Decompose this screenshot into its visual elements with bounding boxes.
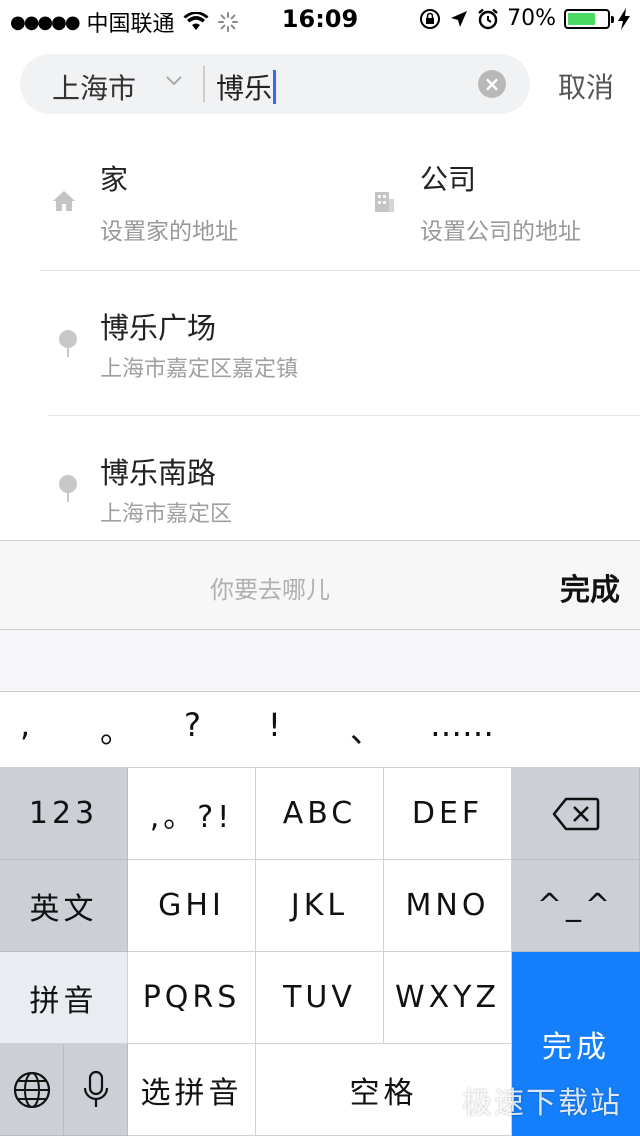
text-caret	[273, 70, 277, 104]
result-address: 上海市嘉定区	[100, 502, 233, 527]
globe-icon	[13, 1071, 50, 1108]
company-title: 公司	[420, 163, 477, 196]
microphone-icon	[83, 1070, 108, 1107]
key-123[interactable]: 123	[0, 768, 128, 860]
result-address: 上海市嘉定区嘉定镇	[100, 357, 299, 382]
alarm-icon	[478, 8, 498, 29]
clear-icon[interactable]: ×	[478, 70, 506, 98]
home-title: 家	[100, 163, 129, 196]
charging-bolt-icon	[618, 7, 630, 30]
result-item[interactable]: 博乐南路 上海市嘉定区	[0, 416, 640, 560]
key-english[interactable]: 英文	[0, 860, 128, 952]
backspace-icon	[552, 797, 599, 830]
search-divider	[203, 66, 205, 102]
key-emoji[interactable]: ^_^	[512, 860, 640, 952]
punct-ellipsis-key[interactable]: ……	[430, 706, 494, 744]
punct-comma-key[interactable]: ,	[20, 706, 30, 744]
backspace-key[interactable]	[512, 768, 640, 860]
key-def[interactable]: DEF	[384, 768, 512, 860]
result-item[interactable]: 博乐广场 上海市嘉定区嘉定镇	[0, 271, 640, 415]
keyboard-accessory-bar: 你要去哪儿 完成	[0, 540, 640, 630]
company-shortcut[interactable]: 公司 设置公司的地址	[420, 158, 581, 246]
key-pinyin[interactable]: 拼音	[0, 952, 128, 1044]
punct-period-key[interactable]: 。	[100, 706, 132, 752]
done-button[interactable]: 完成	[560, 565, 620, 609]
city-selector[interactable]: 上海市	[52, 67, 136, 107]
punct-exclaim-key[interactable]: !	[268, 706, 281, 744]
watermark: 极速下载站	[462, 1086, 622, 1121]
rotation-lock-icon	[420, 8, 441, 29]
key-wxyz[interactable]: WXYZ	[384, 952, 512, 1044]
candidate-bar	[0, 630, 640, 692]
address-shortcuts: 家 设置家的地址 公司 设置公司的地址	[0, 140, 640, 270]
search-bar[interactable]: 上海市 博乐 ×	[20, 54, 530, 114]
punct-question-key[interactable]: ?	[184, 706, 201, 744]
battery-icon	[564, 8, 614, 29]
punctuation-row: , 。 ? ! 、 ……	[0, 692, 640, 768]
key-select-pinyin[interactable]: 选拼音	[128, 1044, 256, 1136]
globe-key[interactable]	[0, 1044, 64, 1136]
place-pin-icon	[59, 475, 77, 502]
key-symbols[interactable]: ,。?!	[128, 768, 256, 860]
result-name: 博乐南路	[100, 456, 217, 490]
destination-placeholder[interactable]: 你要去哪儿	[210, 570, 330, 605]
key-abc[interactable]: ABC	[256, 768, 384, 860]
key-tuv[interactable]: TUV	[256, 952, 384, 1044]
punct-dun-key[interactable]: 、	[350, 706, 382, 752]
location-arrow-icon	[451, 10, 468, 27]
key-ghi[interactable]: GHI	[128, 860, 256, 952]
key-mno[interactable]: MNO	[384, 860, 512, 952]
building-icon	[375, 192, 394, 212]
home-icon	[53, 191, 75, 211]
company-subtitle: 设置公司的地址	[420, 219, 581, 245]
result-name: 博乐广场	[100, 311, 217, 345]
key-pqrs[interactable]: PQRS	[128, 952, 256, 1044]
home-shortcut[interactable]: 家 设置家的地址	[100, 158, 238, 246]
search-query: 博乐	[216, 72, 273, 105]
home-subtitle: 设置家的地址	[100, 219, 238, 245]
battery-percent: 70%	[507, 6, 556, 31]
status-bar: ●●●●● 中国联通 16:09 70%	[0, 0, 640, 40]
place-pin-icon	[59, 330, 77, 357]
search-input[interactable]: 博乐	[216, 67, 277, 107]
microphone-key[interactable]	[64, 1044, 128, 1136]
key-jkl[interactable]: JKL	[256, 860, 384, 952]
chevron-down-icon[interactable]	[164, 70, 184, 90]
cancel-button[interactable]: 取消	[558, 66, 614, 106]
